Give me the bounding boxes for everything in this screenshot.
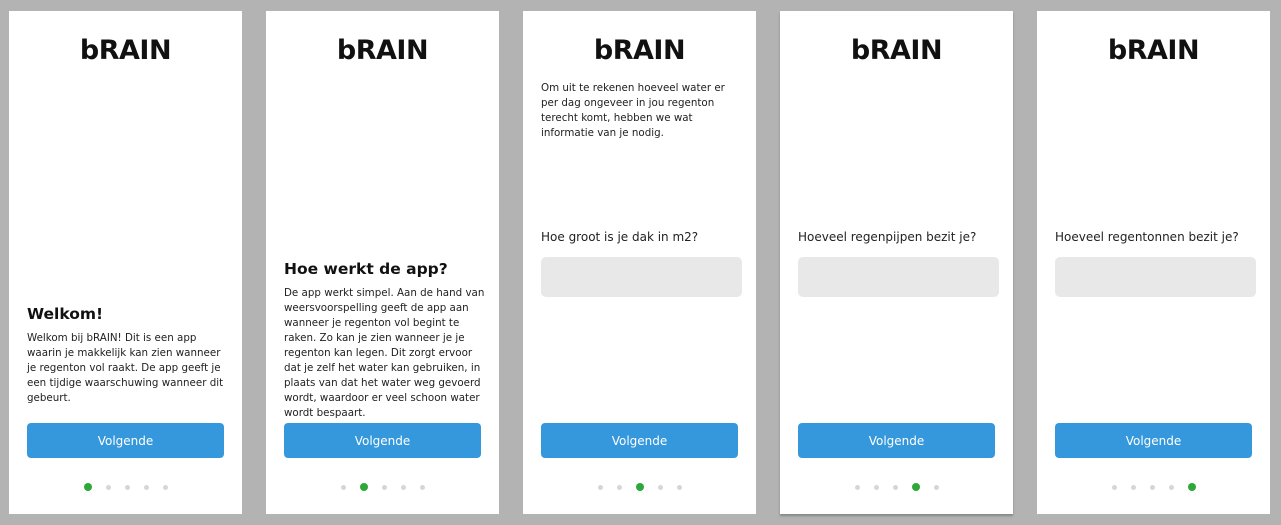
page-dot-5[interactable] — [676, 484, 682, 490]
page-dot-4[interactable] — [400, 484, 406, 490]
downpipes-question: Hoeveel regenpijpen bezit je? — [798, 230, 977, 244]
app-logo: bRAIN — [1107, 35, 1200, 66]
page-indicator — [9, 483, 242, 491]
page-dot-3[interactable] — [381, 484, 387, 490]
app-logo: bRAIN — [593, 35, 686, 66]
page-indicator — [1037, 483, 1270, 491]
page-dot-1[interactable] — [597, 484, 603, 490]
app-logo: bRAIN — [850, 35, 943, 66]
page-dot-5[interactable] — [419, 484, 425, 490]
onboarding-screen-welcome: bRAIN Welkom! Welkom bij bRAIN! Dit is e… — [9, 11, 242, 514]
onboarding-screen-downpipes: bRAIN Hoeveel regenpijpen bezit je? Volg… — [780, 11, 1013, 514]
screen-heading: Hoe werkt de app? — [284, 260, 448, 278]
page-indicator — [780, 483, 1013, 491]
onboarding-screen-roof-size: bRAIN Om uit te rekenen hoeveel water er… — [523, 11, 756, 514]
page-dot-4[interactable] — [911, 483, 920, 491]
downpipes-input[interactable] — [798, 257, 999, 297]
screen-body-text: De app werkt simpel. Aan de hand van wee… — [284, 287, 485, 419]
rain-barrels-input[interactable] — [1055, 257, 1256, 297]
page-dot-2[interactable] — [105, 484, 111, 490]
screen-heading: Welkom! — [27, 305, 104, 323]
page-dot-3[interactable] — [892, 484, 898, 490]
page-dot-4[interactable] — [143, 484, 149, 490]
intro-text: Om uit te rekenen hoeveel water er per d… — [541, 82, 725, 139]
next-button[interactable]: Volgende — [284, 423, 481, 458]
page-dot-2[interactable] — [359, 483, 368, 491]
page-dot-2[interactable] — [616, 484, 622, 490]
next-button[interactable]: Volgende — [798, 423, 995, 458]
next-button[interactable]: Volgende — [541, 423, 738, 458]
screen-body-text: Welkom bij bRAIN! Dit is een app waarin … — [27, 332, 224, 404]
roof-size-input[interactable] — [541, 257, 742, 297]
page-indicator — [266, 483, 499, 491]
page-dot-3[interactable] — [124, 484, 130, 490]
page-dot-1[interactable] — [340, 484, 346, 490]
page-dot-4[interactable] — [1168, 484, 1174, 490]
rain-barrels-question: Hoeveel regentonnen bezit je? — [1055, 230, 1239, 244]
page-dot-5[interactable] — [162, 484, 168, 490]
page-dot-1[interactable] — [854, 484, 860, 490]
app-logo: bRAIN — [79, 35, 172, 66]
page-dot-1[interactable] — [83, 483, 92, 491]
page-dot-5[interactable] — [1187, 483, 1196, 491]
next-button[interactable]: Volgende — [27, 423, 224, 458]
page-dot-3[interactable] — [1149, 484, 1155, 490]
page-dot-3[interactable] — [635, 483, 644, 491]
onboarding-screen-how-it-works: bRAIN Hoe werkt de app? De app werkt sim… — [266, 11, 499, 514]
page-dot-2[interactable] — [873, 484, 879, 490]
page-dot-2[interactable] — [1130, 484, 1136, 490]
onboarding-screen-rain-barrels: bRAIN Hoeveel regentonnen bezit je? Volg… — [1037, 11, 1270, 514]
app-logo: bRAIN — [336, 35, 429, 66]
page-dot-1[interactable] — [1111, 484, 1117, 490]
roof-size-question: Hoe groot is je dak in m2? — [541, 230, 699, 244]
page-indicator — [523, 483, 756, 491]
next-button[interactable]: Volgende — [1055, 423, 1252, 458]
page-dot-4[interactable] — [657, 484, 663, 490]
page-dot-5[interactable] — [933, 484, 939, 490]
